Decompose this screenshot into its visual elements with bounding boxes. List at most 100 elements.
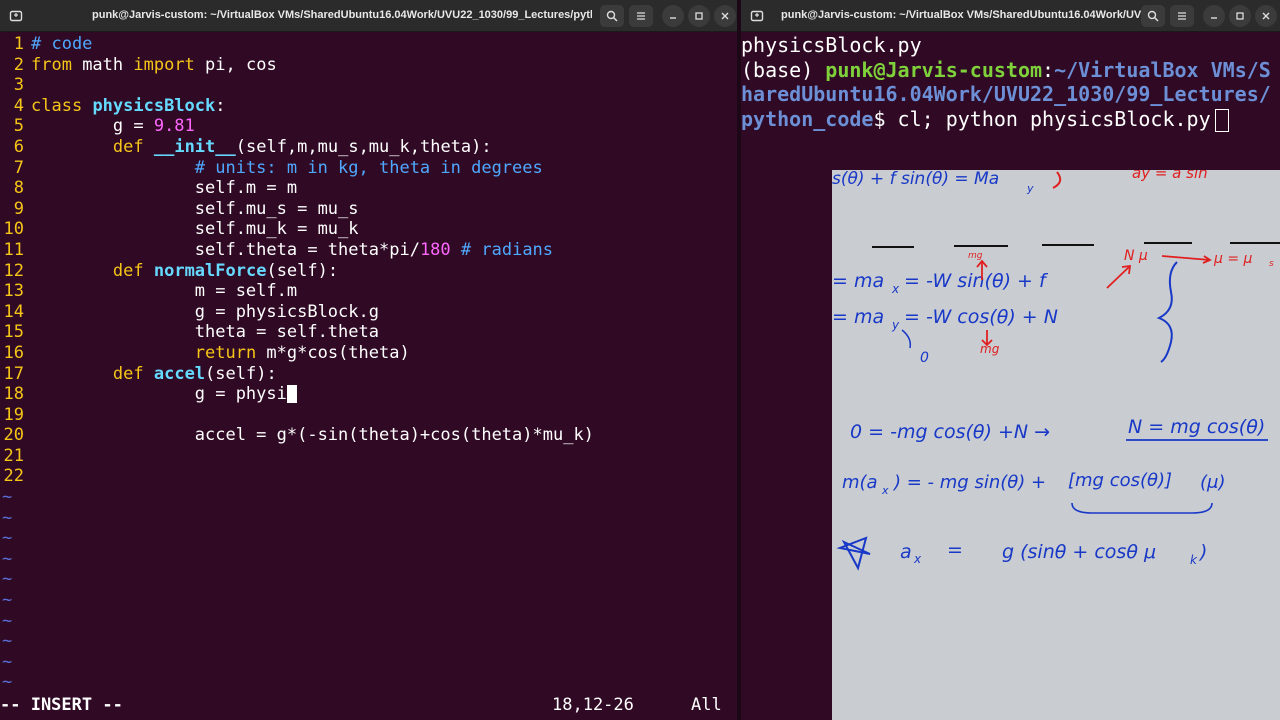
wb-top-equation: s(θ) + f sin(θ) = Ma: [832, 170, 999, 189]
wb-eq4-bracket: [mg cos(θ)]: [1068, 470, 1172, 491]
wb-eq2-rhs: = -W cos(θ) + N: [904, 306, 1058, 328]
wb-top-sub: y: [1026, 182, 1034, 195]
code-text[interactable]: g = 9.81: [31, 116, 195, 137]
terminal-command[interactable]: cl; python physicsBlock.py: [898, 107, 1211, 131]
code-line[interactable]: 3: [0, 75, 737, 96]
code-line[interactable]: 11 self.theta = theta*pi/180 # radians: [0, 240, 737, 261]
code-line[interactable]: 19: [0, 405, 737, 426]
line-number: 11: [3, 239, 24, 260]
tilde-marker: ~: [2, 590, 13, 611]
code-line[interactable]: 8 self.m = m: [0, 178, 737, 199]
terminal-output[interactable]: physicsBlock.py (base) punk@Jarvis-custo…: [741, 33, 1280, 132]
code-line[interactable]: 20 accel = g*(-sin(theta)+cos(theta)*mu_…: [0, 425, 737, 446]
code-line[interactable]: 18 g = physi: [0, 384, 737, 405]
code-text[interactable]: self.m = m: [31, 178, 297, 199]
code-line[interactable]: 2 from math import pi, cos: [0, 55, 737, 76]
empty-buffer-line: ~: [0, 672, 737, 693]
terminal-line-filename: physicsBlock.py: [741, 33, 922, 57]
code-text[interactable]: g = physi: [31, 384, 297, 405]
line-number: 17: [3, 363, 24, 384]
code-line[interactable]: 14 g = physicsBlock.g: [0, 302, 737, 323]
tilde-marker: ~: [2, 672, 13, 693]
line-number: 7: [13, 157, 24, 178]
close-icon[interactable]: [1255, 5, 1277, 27]
empty-buffer-line: ~: [0, 528, 737, 549]
code-text[interactable]: def normalForce(self):: [31, 261, 338, 282]
tilde-marker: ~: [2, 610, 13, 631]
code-text[interactable]: class physicsBlock:: [31, 96, 226, 117]
code-text[interactable]: # code: [31, 34, 92, 55]
wb-red-mu: μ = μ: [1213, 251, 1253, 267]
terminal-command-line[interactable]: python_code$ cl; python physicsBlock.py: [741, 107, 1280, 132]
new-tab-icon[interactable]: [747, 6, 767, 26]
prompt-symbol: $: [873, 106, 898, 131]
line-number: 16: [3, 342, 24, 363]
code-line[interactable]: 13 m = self.m: [0, 281, 737, 302]
line-number: 18: [3, 384, 24, 405]
code-text[interactable]: self.theta = theta*pi/180 # radians: [31, 240, 553, 261]
code-text[interactable]: self.mu_s = mu_s: [31, 199, 359, 220]
code-text[interactable]: theta = self.theta: [31, 322, 379, 343]
line-number: 10: [3, 219, 24, 240]
code-text[interactable]: g = physicsBlock.g: [31, 302, 379, 323]
menu-icon[interactable]: [629, 5, 653, 27]
search-icon[interactable]: [1141, 5, 1165, 27]
code-text[interactable]: # units: m in kg, theta in degrees: [31, 158, 543, 179]
code-line[interactable]: 12 def normalForce(self):: [0, 261, 737, 282]
line-number: 2: [13, 54, 24, 75]
line-number: 22: [3, 466, 24, 487]
code-text[interactable]: return m*g*cos(theta): [31, 343, 410, 364]
code-text[interactable]: accel = g*(-sin(theta)+cos(theta)*mu_k): [31, 425, 594, 446]
code-text[interactable]: def accel(self):: [31, 364, 277, 385]
wb-top-right: ay = a sin: [1132, 170, 1208, 182]
wb-eq5-rhs-sub: k: [1190, 553, 1198, 567]
menu-icon[interactable]: [1170, 5, 1194, 27]
shell-terminal-window[interactable]: punk@Jarvis-custom: ~/VirtualBox VMs/Sha…: [741, 0, 1280, 720]
empty-buffer-line: ~: [0, 611, 737, 632]
code-line[interactable]: 22: [0, 466, 737, 487]
prompt-path: ~/VirtualBox VMs/S: [1054, 57, 1271, 82]
left-titlebar[interactable]: punk@Jarvis-custom: ~/VirtualBox VMs/Sha…: [0, 0, 737, 32]
wb-eq5-rhs: g (sinθ + cosθ μ: [1002, 541, 1156, 563]
prompt-path-end: python_code: [741, 106, 874, 131]
code-text[interactable]: from math import pi, cos: [31, 55, 277, 76]
code-line[interactable]: 1 # code: [0, 34, 737, 55]
tilde-marker: ~: [2, 569, 13, 590]
editor-buffer[interactable]: 1 # code 2 from math import pi, cos 3 4 class …: [0, 34, 737, 693]
minimize-icon[interactable]: [662, 5, 684, 27]
tilde-marker: ~: [2, 528, 13, 549]
code-line[interactable]: 21: [0, 446, 737, 467]
code-text[interactable]: def __init__(self,m,mu_s,mu_k,theta):: [31, 137, 492, 158]
wb-mg-top: mg: [968, 251, 983, 261]
code-line[interactable]: 16 return m*g*cos(theta): [0, 343, 737, 364]
code-line[interactable]: 6 def __init__(self,m,mu_s,mu_k,theta):: [0, 137, 737, 158]
right-titlebar[interactable]: punk@Jarvis-custom: ~/VirtualBox VMs/Sha…: [741, 0, 1280, 32]
prompt-user-host: punk@Jarvis-custom: [825, 57, 1043, 82]
maximize-icon[interactable]: [688, 5, 710, 27]
code-line[interactable]: 10 self.mu_k = mu_k: [0, 219, 737, 240]
empty-buffer-line: ~: [0, 631, 737, 652]
close-icon[interactable]: [714, 5, 736, 27]
code-line[interactable]: 15 theta = self.theta: [0, 322, 737, 343]
code-line[interactable]: 17 def accel(self):: [0, 364, 737, 385]
code-text[interactable]: self.mu_k = mu_k: [31, 219, 359, 240]
code-line[interactable]: 4 class physicsBlock:: [0, 96, 737, 117]
maximize-icon[interactable]: [1229, 5, 1251, 27]
code-line[interactable]: 9 self.mu_s = mu_s: [0, 199, 737, 220]
right-window-title: punk@Jarvis-custom: ~/VirtualBox VMs/Sha…: [781, 9, 1141, 21]
tilde-marker: ~: [2, 651, 13, 672]
code-line[interactable]: 7 # units: m in kg, theta in degrees: [0, 158, 737, 179]
search-icon[interactable]: [600, 5, 624, 27]
code-line[interactable]: 5 g = 9.81: [0, 116, 737, 137]
minimize-icon[interactable]: [1203, 5, 1225, 27]
tilde-marker: ~: [2, 631, 13, 652]
wb-eq5-lhs: a: [900, 541, 912, 563]
code-text[interactable]: m = self.m: [31, 281, 297, 302]
new-tab-icon[interactable]: [6, 6, 26, 26]
line-number: 3: [13, 75, 24, 96]
empty-buffer-line: ~: [0, 508, 737, 529]
vim-terminal-window[interactable]: punk@Jarvis-custom: ~/VirtualBox VMs/Sha…: [0, 0, 737, 720]
line-number: 1: [13, 34, 24, 54]
vim-mode: -- INSERT --: [0, 695, 123, 715]
wb-red-n-mu: N μ: [1124, 248, 1148, 264]
